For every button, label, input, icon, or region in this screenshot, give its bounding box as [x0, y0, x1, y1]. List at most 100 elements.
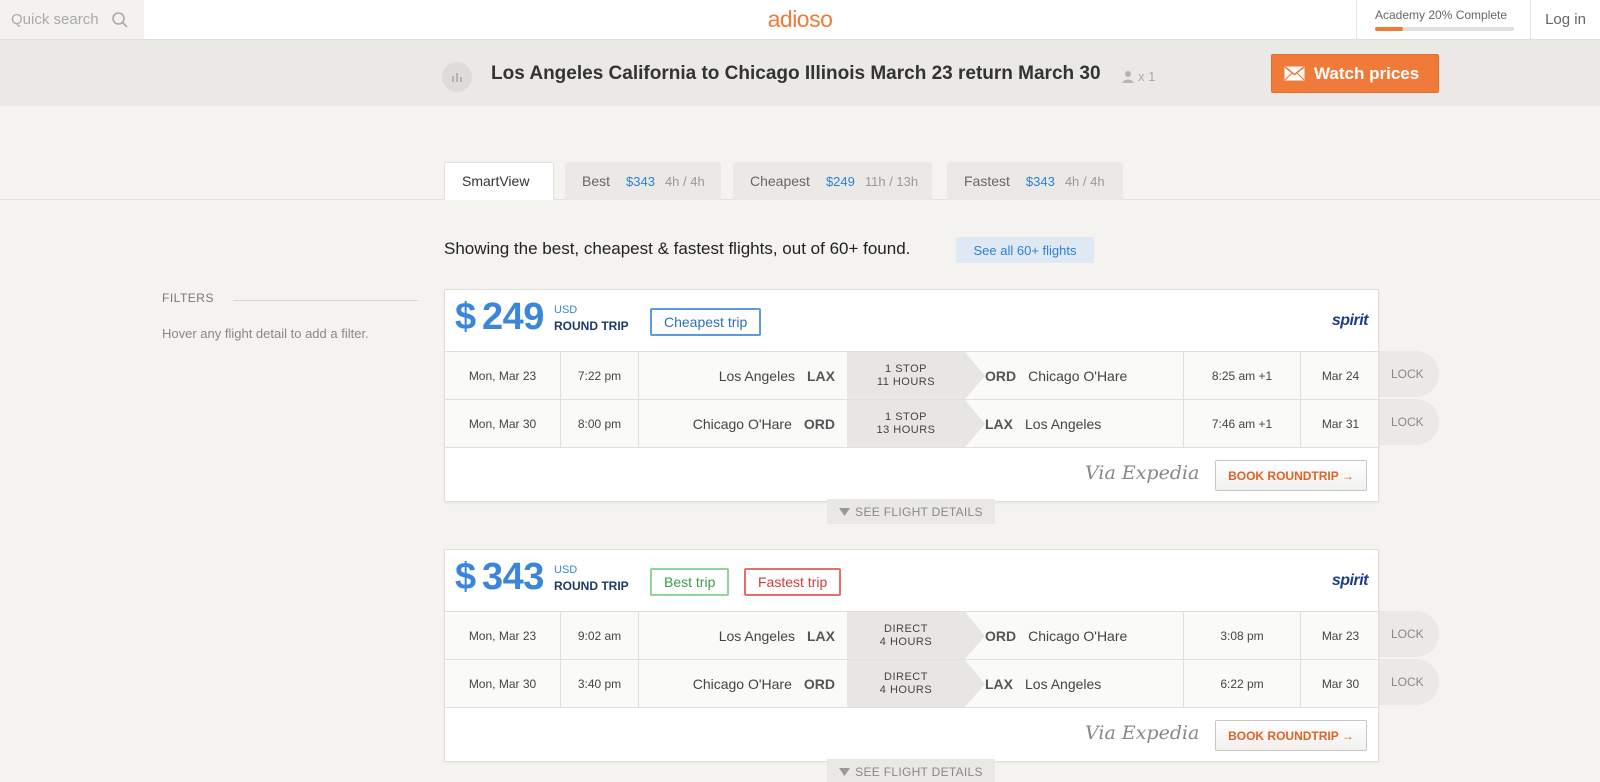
lock-fare-button[interactable]: LOCK	[1379, 399, 1439, 445]
see-all-flights-button[interactable]: See all 60+ flights	[956, 237, 1094, 263]
depart-date[interactable]: Mon, Mar 23	[445, 612, 561, 659]
tab-cheapest[interactable]: Cheapest $249 11h / 13h	[733, 162, 932, 200]
stops-count: DIRECT	[884, 622, 928, 635]
depart-time[interactable]: 3:40 pm	[561, 660, 639, 707]
watch-prices-button[interactable]: Watch prices	[1271, 54, 1439, 93]
destination-code: LAX	[985, 415, 1013, 432]
origin-code: ORD	[803, 675, 835, 692]
flight-leg[interactable]: Mon, Mar 23 9:02 am Los Angeles LAX DIRECT 4 …	[445, 611, 1378, 659]
arrive-time[interactable]: 6:22 pm	[1183, 660, 1301, 707]
stops-info[interactable]: DIRECT 4 HOURS	[847, 660, 985, 707]
book-roundtrip-button[interactable]: BOOK ROUNDTRIP →	[1215, 720, 1367, 751]
lock-fare-button[interactable]: LOCK	[1379, 659, 1439, 705]
stops-count: DIRECT	[884, 670, 928, 683]
search-summary: Los Angeles California to Chicago Illino…	[0, 40, 1600, 106]
arrive-date[interactable]: Mar 23	[1301, 612, 1380, 659]
origin[interactable]: Los Angeles LAX	[639, 612, 847, 659]
tab-label: Cheapest	[750, 173, 810, 189]
price-currency: USD	[554, 564, 578, 576]
trip-badge: Fastest trip	[744, 568, 842, 596]
arrive-time[interactable]: 8:25 am +1	[1183, 352, 1301, 399]
stops-info[interactable]: 1 STOP 13 HOURS	[847, 400, 985, 447]
trip-badge: Cheapest trip	[650, 308, 762, 336]
lock-fare-button[interactable]: LOCK	[1379, 611, 1439, 657]
destination-code: ORD	[985, 627, 1017, 644]
depart-time[interactable]: 9:02 am	[561, 612, 639, 659]
flight-leg[interactable]: Mon, Mar 23 7:22 pm Los Angeles LAX 1 STOP 11…	[445, 351, 1378, 399]
tab-label: Fastest	[964, 173, 1010, 189]
booking-provider: Via Expedia	[1085, 722, 1200, 744]
arrive-date[interactable]: Mar 31	[1301, 400, 1380, 447]
origin[interactable]: Chicago O'Hare ORD	[639, 660, 847, 707]
academy-progress[interactable]: Academy 20% Complete	[1356, 0, 1530, 39]
triangle-down-icon	[839, 507, 851, 516]
flight-card-footer: Via Expedia BOOK ROUNDTRIP →	[445, 447, 1378, 501]
airline-logo: spirit	[1331, 572, 1369, 589]
watch-prices-label: Watch prices	[1314, 63, 1420, 83]
origin-code: ORD	[803, 415, 835, 432]
triangle-down-icon	[839, 767, 851, 776]
flight-card-header: $343 USD ROUND TRIP Best trip Fastest trip sp…	[445, 550, 1378, 611]
leg-duration: 11 HOURS	[876, 375, 936, 388]
depart-time[interactable]: 8:00 pm	[561, 400, 639, 447]
stops-info[interactable]: DIRECT 4 HOURS	[847, 612, 985, 659]
depart-time[interactable]: 7:22 pm	[561, 352, 639, 399]
see-flight-details-label: SEE FLIGHT DETAILS	[855, 504, 983, 519]
tab-duration: 4h / 4h	[1064, 173, 1105, 189]
tab-duration: 4h / 4h	[664, 173, 705, 189]
destination[interactable]: ORD Chicago O'Hare	[985, 352, 1169, 399]
currency-symbol: $	[455, 556, 477, 598]
academy-label: Academy 20% Complete	[1375, 8, 1508, 22]
origin[interactable]: Chicago O'Hare ORD	[639, 400, 847, 447]
trip-type: ROUND TRIP	[554, 319, 629, 333]
tab-price: $343	[1025, 173, 1055, 189]
arrive-date[interactable]: Mar 30	[1301, 660, 1380, 707]
depart-date[interactable]: Mon, Mar 30	[445, 400, 561, 447]
envelope-icon	[1284, 66, 1305, 81]
tab-fastest[interactable]: Fastest $343 4h / 4h	[947, 162, 1123, 200]
book-roundtrip-button[interactable]: BOOK ROUNDTRIP →	[1215, 460, 1367, 491]
search-icon[interactable]	[111, 11, 129, 29]
see-flight-details-button[interactable]: SEE FLIGHT DETAILS	[827, 499, 995, 524]
filters-hint: Hover any flight detail to add a filter.	[162, 326, 369, 341]
logo[interactable]: adioso	[768, 6, 833, 32]
see-flight-details-button[interactable]: SEE FLIGHT DETAILS	[827, 759, 995, 782]
destination-code: ORD	[985, 367, 1017, 384]
results-summary: Showing the best, cheapest & fastest fli…	[444, 239, 911, 258]
arrive-date[interactable]: Mar 24	[1301, 352, 1380, 399]
arrive-time[interactable]: 3:08 pm	[1183, 612, 1301, 659]
origin[interactable]: Los Angeles LAX	[639, 352, 847, 399]
academy-progress-bar	[1375, 27, 1514, 31]
destination-city: Los Angeles	[1025, 415, 1102, 432]
depart-date[interactable]: Mon, Mar 30	[445, 660, 561, 707]
academy-progress-fill	[1375, 27, 1403, 31]
price-currency: USD	[554, 304, 578, 316]
flight-card-footer: Via Expedia BOOK ROUNDTRIP →	[445, 707, 1378, 761]
tab-best[interactable]: Best $343 4h / 4h	[565, 162, 721, 200]
stops-info[interactable]: 1 STOP 11 HOURS	[847, 352, 985, 399]
tab-smartview[interactable]: SmartView	[444, 162, 554, 200]
price-chart-toggle[interactable]	[442, 62, 472, 92]
destination[interactable]: LAX Los Angeles	[985, 400, 1169, 447]
depart-date[interactable]: Mon, Mar 23	[445, 352, 561, 399]
passenger-count[interactable]: x 1	[1122, 69, 1155, 84]
quick-search[interactable]: Quick search	[0, 0, 144, 39]
destination[interactable]: LAX Los Angeles	[985, 660, 1169, 707]
origin-code: LAX	[807, 627, 835, 644]
origin-city: Chicago O'Hare	[692, 415, 792, 432]
flight-card-body: $249 USD ROUND TRIP Cheapest trip spirit Mon,…	[444, 289, 1379, 502]
flight-leg[interactable]: Mon, Mar 30 8:00 pm Chicago O'Hare ORD 1 STO…	[445, 399, 1378, 447]
arrive-time[interactable]: 7:46 am +1	[1183, 400, 1301, 447]
leg-duration: 4 HOURS	[879, 683, 933, 696]
lock-fare-button[interactable]: LOCK	[1379, 351, 1439, 397]
route-title: Los Angeles California to Chicago Illino…	[491, 63, 1101, 84]
stops-count: 1 STOP	[885, 410, 927, 423]
login-button[interactable]: Log in	[1530, 0, 1600, 39]
destination-code: LAX	[985, 675, 1013, 692]
bar-chart-icon	[452, 73, 462, 82]
booking-provider: Via Expedia	[1085, 462, 1200, 484]
tab-price: $343	[626, 173, 655, 189]
filters-divider	[233, 300, 418, 301]
destination[interactable]: ORD Chicago O'Hare	[985, 612, 1169, 659]
flight-leg[interactable]: Mon, Mar 30 3:40 pm Chicago O'Hare ORD DIREC…	[445, 659, 1378, 707]
